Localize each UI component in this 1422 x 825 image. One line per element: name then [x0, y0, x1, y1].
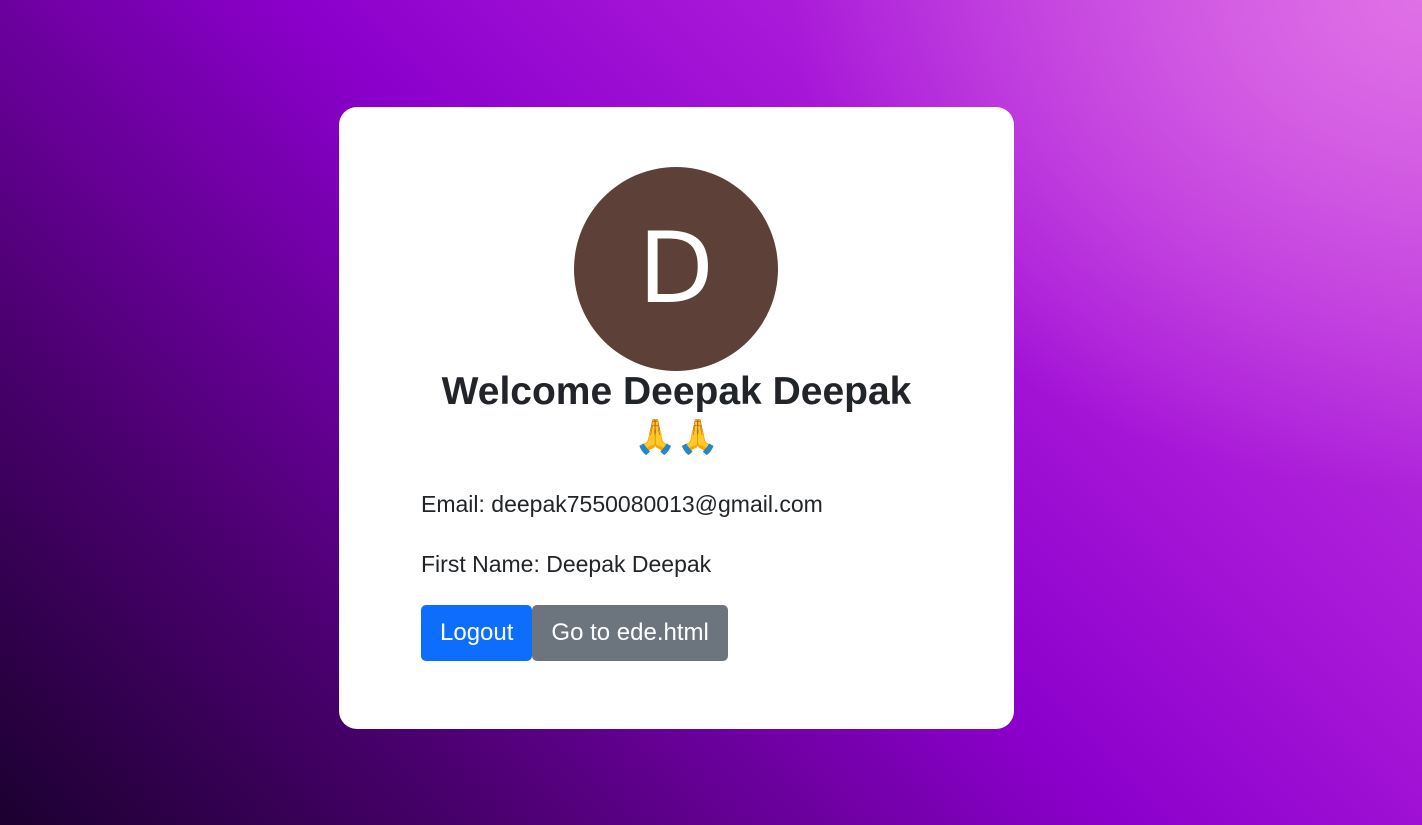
email-text: Email: deepak7550080013@gmail.com [421, 491, 823, 517]
welcome-heading: Welcome Deepak Deepak 🙏🙏 [339, 369, 1014, 459]
go-to-ede-button[interactable]: Go to ede.html [532, 605, 728, 661]
action-buttons: Logout Go to ede.html [421, 605, 728, 661]
profile-card: D Welcome Deepak Deepak 🙏🙏 Email: deepak… [339, 107, 1014, 729]
avatar: D [574, 167, 778, 371]
first-name-text: First Name: Deepak Deepak [421, 551, 712, 577]
logout-button[interactable]: Logout [421, 605, 533, 661]
avatar-initial: D [638, 212, 714, 326]
praying-hands-icon: 🙏🙏 [634, 418, 719, 456]
welcome-text: Welcome Deepak Deepak [441, 370, 912, 413]
